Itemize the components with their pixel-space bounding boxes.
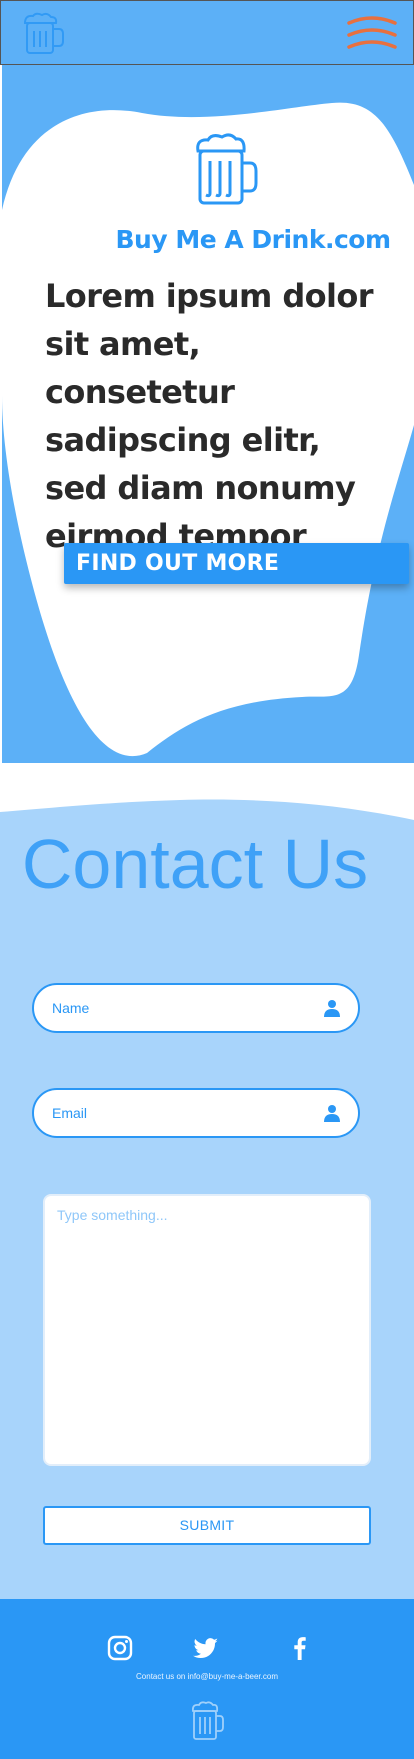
facebook-icon[interactable] <box>287 1635 313 1661</box>
user-icon <box>324 1000 340 1017</box>
name-field[interactable] <box>32 983 360 1033</box>
contact-section: Contact Us SUBMIT <box>0 790 414 1599</box>
beer-mug-icon <box>196 133 258 205</box>
user-icon <box>324 1105 340 1122</box>
twitter-icon[interactable] <box>193 1635 219 1661</box>
footer: Contact us on info@buy-me-a-beer.com <box>0 1599 414 1759</box>
name-input[interactable] <box>52 985 312 1031</box>
submit-button[interactable]: SUBMIT <box>43 1506 371 1545</box>
site-name: Buy Me A Drink.com <box>115 225 391 254</box>
beer-mug-icon <box>191 1701 224 1740</box>
email-input[interactable] <box>52 1090 312 1136</box>
beer-mug-icon[interactable] <box>19 9 69 59</box>
message-box[interactable] <box>43 1194 371 1466</box>
contact-title: Contact Us <box>21 825 369 903</box>
instagram-icon[interactable] <box>107 1635 133 1661</box>
find-out-more-button[interactable]: FIND OUT MORE <box>64 543 409 584</box>
contact-email-line: Contact us on info@buy-me-a-beer.com <box>136 1672 278 1681</box>
top-bar <box>0 0 414 65</box>
message-textarea[interactable] <box>45 1196 369 1464</box>
hero-headline: Lorem ipsum dolor sit amet, consetetur s… <box>45 277 374 555</box>
hero-section: Buy Me A Drink.com Lorem ipsum dolor sit… <box>2 65 414 763</box>
hamburger-menu-icon[interactable] <box>346 15 398 55</box>
email-field[interactable] <box>32 1088 360 1138</box>
